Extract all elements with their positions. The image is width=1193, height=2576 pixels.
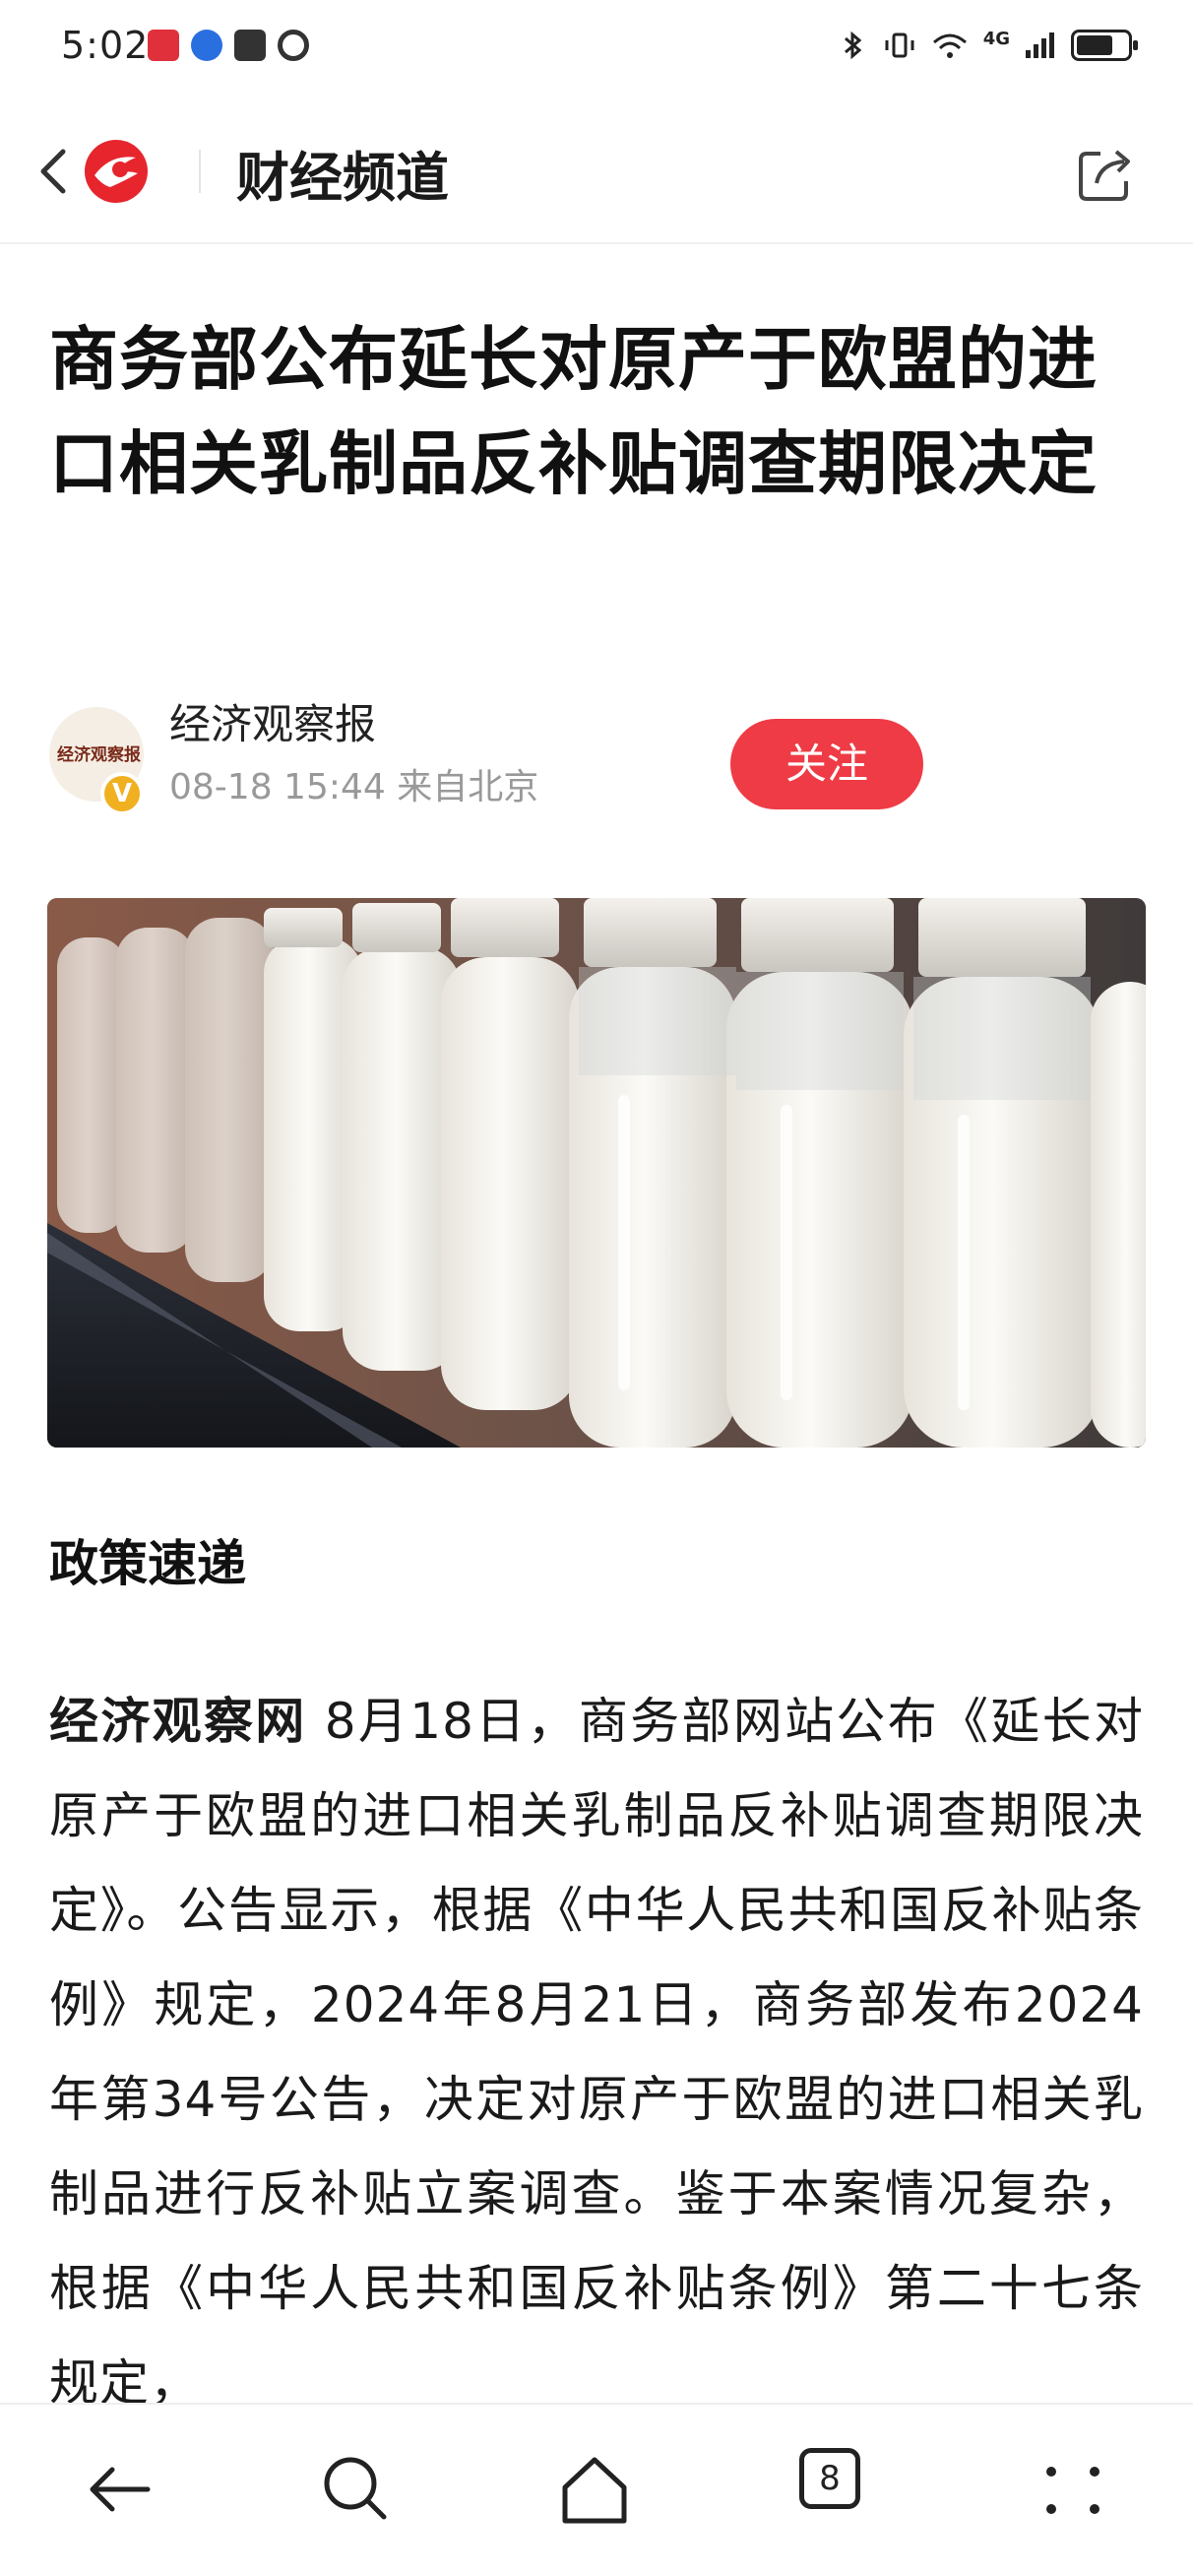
app-notification-icon (191, 30, 222, 61)
share-button[interactable] (1075, 142, 1138, 205)
bluetooth-icon (844, 31, 861, 60)
body-source-lead: 经济观察网 (49, 1693, 307, 1750)
notification-icons (148, 30, 309, 61)
publish-meta: 08-18 15:44 来自北京 (169, 767, 539, 807)
network-type: 4G (982, 28, 1010, 49)
signal-icon (1026, 32, 1054, 58)
app-notification-icon (148, 30, 179, 61)
menu-dots-icon[interactable] (1034, 2448, 1116, 2531)
milk-bottles-image (47, 898, 1146, 1448)
battery-level (1077, 35, 1112, 55)
verified-badge-icon: V (100, 772, 144, 815)
top-header: 财经频道 (0, 98, 1193, 244)
status-indicators: 4G (836, 28, 1138, 61)
phoenix-logo-icon (85, 140, 148, 203)
search-icon[interactable] (315, 2448, 398, 2531)
author-name[interactable]: 经济观察报 (169, 691, 376, 751)
back-button[interactable] (28, 142, 83, 201)
alarm-icon (278, 30, 309, 61)
tabs-button[interactable]: 8 (799, 2448, 860, 2509)
battery-icon (1071, 30, 1138, 61)
status-bar: 5:02 4G (0, 0, 1193, 98)
article-body: 经济观察网 8月18日，商务部网站公布《延长对原产于欧盟的进口相关乳制品反补贴调… (49, 1674, 1144, 2430)
avatar-logo-text: 经济观察报 (57, 745, 141, 765)
header-divider (199, 150, 201, 193)
bottom-navigation (0, 2403, 1193, 2576)
body-paragraph: 8月18日，商务部网站公布《延长对原产于欧盟的进口相关乳制品反补贴调查期限决定》… (49, 1693, 1145, 2412)
author-row: 经济观察报 V 经济观察报 08-18 15:44 来自北京 关注 (49, 691, 1142, 819)
article-image[interactable] (47, 898, 1146, 1448)
status-time: 5:02 (61, 24, 150, 67)
home-icon[interactable] (553, 2448, 636, 2531)
back-arrow-icon[interactable] (79, 2448, 161, 2531)
follow-button[interactable]: 关注 (730, 719, 923, 809)
vibrate-icon (885, 32, 914, 58)
author-avatar[interactable]: 经济观察报 V (49, 707, 144, 815)
channel-title: 财经频道 (236, 147, 449, 209)
article-headline: 商务部公布延长对原产于欧盟的进口相关乳制品反补贴调查期限决定 (49, 319, 1098, 504)
section-title: 政策速递 (49, 1535, 246, 1592)
nfc-icon (234, 30, 266, 61)
wifi-icon (932, 33, 967, 58)
